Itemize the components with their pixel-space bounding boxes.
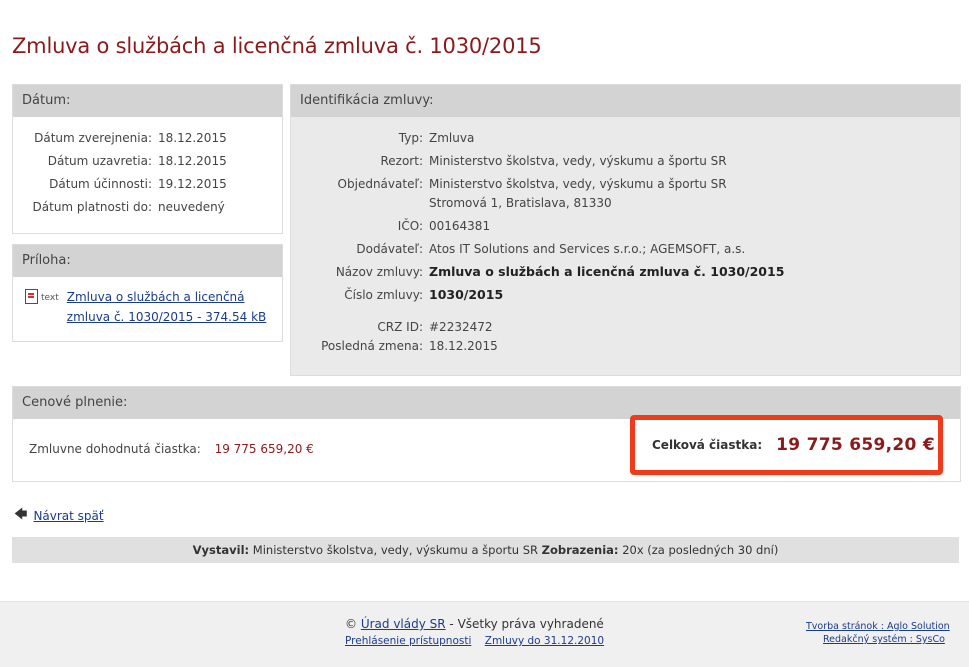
attachment-panel: Príloha: text Zmluva o službách a licenč… — [12, 244, 283, 342]
last-change-label: Posledná zmena: — [321, 338, 423, 353]
copyright-symbol: © — [345, 617, 357, 631]
web-design-link[interactable]: Tvorba stránok : Aglo Solution — [806, 621, 950, 632]
dates-panel: Dátum: Dátum zverejnenia: 18.12.2015 Dát… — [12, 84, 283, 234]
orderer-row: Objednávateľ: Ministerstvo školstva, ved… — [291, 172, 960, 214]
department-row: Rezort: Ministerstvo školstva, vedy, výs… — [291, 149, 960, 172]
accessibility-link[interactable]: Prehlásenie prístupnosti — [345, 635, 471, 647]
department-label: Rezort: — [380, 153, 423, 168]
ico-label: IČO: — [397, 218, 423, 233]
dates-panel-header: Dátum: — [13, 85, 282, 117]
contract-name-row: Názov zmluvy: Zmluva o službách a licenč… — [291, 260, 960, 283]
supplier-value: Atos IT Solutions and Services s.r.o.; A… — [429, 241, 746, 256]
orderer-label: Objednávateľ: — [337, 177, 423, 191]
attachment-link[interactable]: Zmluva o službách a licenčná zmluva č. 1… — [67, 287, 282, 327]
views-value: 20x (za posledných 30 dní) — [622, 543, 779, 557]
price-panel: Cenové plnenie: Zmluvne dohodnutá čiastk… — [12, 386, 961, 482]
type-row: Typ: Zmluva — [291, 126, 960, 149]
published-value: 18.12.2015 — [158, 130, 227, 145]
page-title: Zmluva o službách a licenčná zmluva č. 1… — [12, 34, 542, 58]
attachment-type-tag: text — [41, 293, 59, 303]
total-amount-highlight: Celková čiastka: 19 775 659,20 € — [630, 415, 943, 475]
last-change-value: 18.12.2015 — [429, 338, 498, 353]
effective-value: 19.12.2015 — [158, 176, 227, 191]
date-row-effective: Dátum účinnosti: 19.12.2015 — [13, 172, 282, 195]
cms-link[interactable]: Redakčný systém : SysCo — [823, 634, 945, 645]
supplier-label: Dodávateľ: — [356, 241, 423, 256]
total-amount-label: Celková čiastka: — [652, 438, 763, 452]
contract-name-label: Názov zmluvy: — [335, 264, 423, 279]
contract-number-row: Číslo zmluvy: 1030/2015 — [291, 283, 960, 306]
publisher-info-bar: Vystavil: Ministerstvo školstva, vedy, v… — [12, 537, 959, 563]
contract-number-label: Číslo zmluvy: — [344, 287, 423, 302]
total-amount-value: 19 775 659,20 € — [776, 435, 935, 455]
identification-panel-header: Identifikácia zmluvy: — [291, 85, 960, 117]
date-row-valid-until: Dátum platnosti do: neuvedený — [13, 195, 282, 218]
ico-row: IČO: 00164381 — [291, 214, 960, 237]
attachment-panel-header: Príloha: — [13, 245, 282, 277]
crz-id-label: CRZ ID: — [377, 320, 423, 334]
date-row-concluded: Dátum uzavretia: 18.12.2015 — [13, 149, 282, 172]
publisher-value: Ministerstvo školstva, vedy, výskumu a š… — [252, 543, 538, 557]
agreed-amount-value: 19 775 659,20 € — [214, 442, 314, 456]
type-value: Zmluva — [429, 130, 475, 145]
last-change-row: Posledná zmena: 18.12.2015 — [291, 334, 960, 357]
orderer-name: Ministerstvo školstva, vedy, výskumu a š… — [429, 177, 727, 191]
concluded-label: Dátum uzavretia: — [47, 153, 152, 168]
contract-identification-panel: Identifikácia zmluvy: Typ: Zmluva Rezort… — [290, 84, 961, 376]
agreed-amount-label: Zmluvne dohodnutá čiastka: — [29, 442, 201, 456]
effective-label: Dátum účinnosti: — [49, 176, 152, 191]
contract-number-value: 1030/2015 — [429, 287, 504, 302]
rights-text: - Všetky práva vyhradené — [445, 617, 604, 631]
old-contracts-link[interactable]: Zmluvy do 31.12.2010 — [485, 635, 604, 647]
department-value: Ministerstvo školstva, vedy, výskumu a š… — [429, 153, 727, 168]
orderer-address: Stromová 1, Bratislava, 81330 — [429, 196, 612, 210]
urad-vlady-link[interactable]: Úrad vlády SR — [361, 617, 446, 631]
contract-name-value: Zmluva o službách a licenčná zmluva č. 1… — [429, 264, 785, 279]
date-row-published: Dátum zverejnenia: 18.12.2015 — [13, 126, 282, 149]
published-label: Dátum zverejnenia: — [34, 130, 152, 145]
back-arrow-icon[interactable]: 🡄 — [14, 505, 27, 527]
back-navigation[interactable]: 🡄 Návrat späť — [14, 505, 104, 527]
valid-until-label: Dátum platnosti do: — [32, 199, 152, 214]
back-link[interactable]: Návrat späť — [33, 509, 103, 523]
footer: © Úrad vlády SR - Všetky práva vyhradené… — [0, 601, 969, 667]
type-label: Typ: — [398, 130, 423, 145]
valid-until-value: neuvedený — [158, 199, 225, 214]
pdf-icon — [25, 289, 38, 304]
supplier-row: Dodávateľ: Atos IT Solutions and Service… — [291, 237, 960, 260]
crz-id-value: #2232472 — [429, 320, 493, 334]
ico-value: 00164381 — [429, 218, 491, 233]
agreed-amount: Zmluvne dohodnutá čiastka: 19 775 659,20… — [29, 442, 314, 456]
crz-id-row: CRZ ID: #2232472 — [291, 306, 960, 334]
views-label: Zobrazenia: — [541, 543, 619, 557]
publisher-label: Vystavil: — [192, 543, 250, 557]
concluded-value: 18.12.2015 — [158, 153, 227, 168]
